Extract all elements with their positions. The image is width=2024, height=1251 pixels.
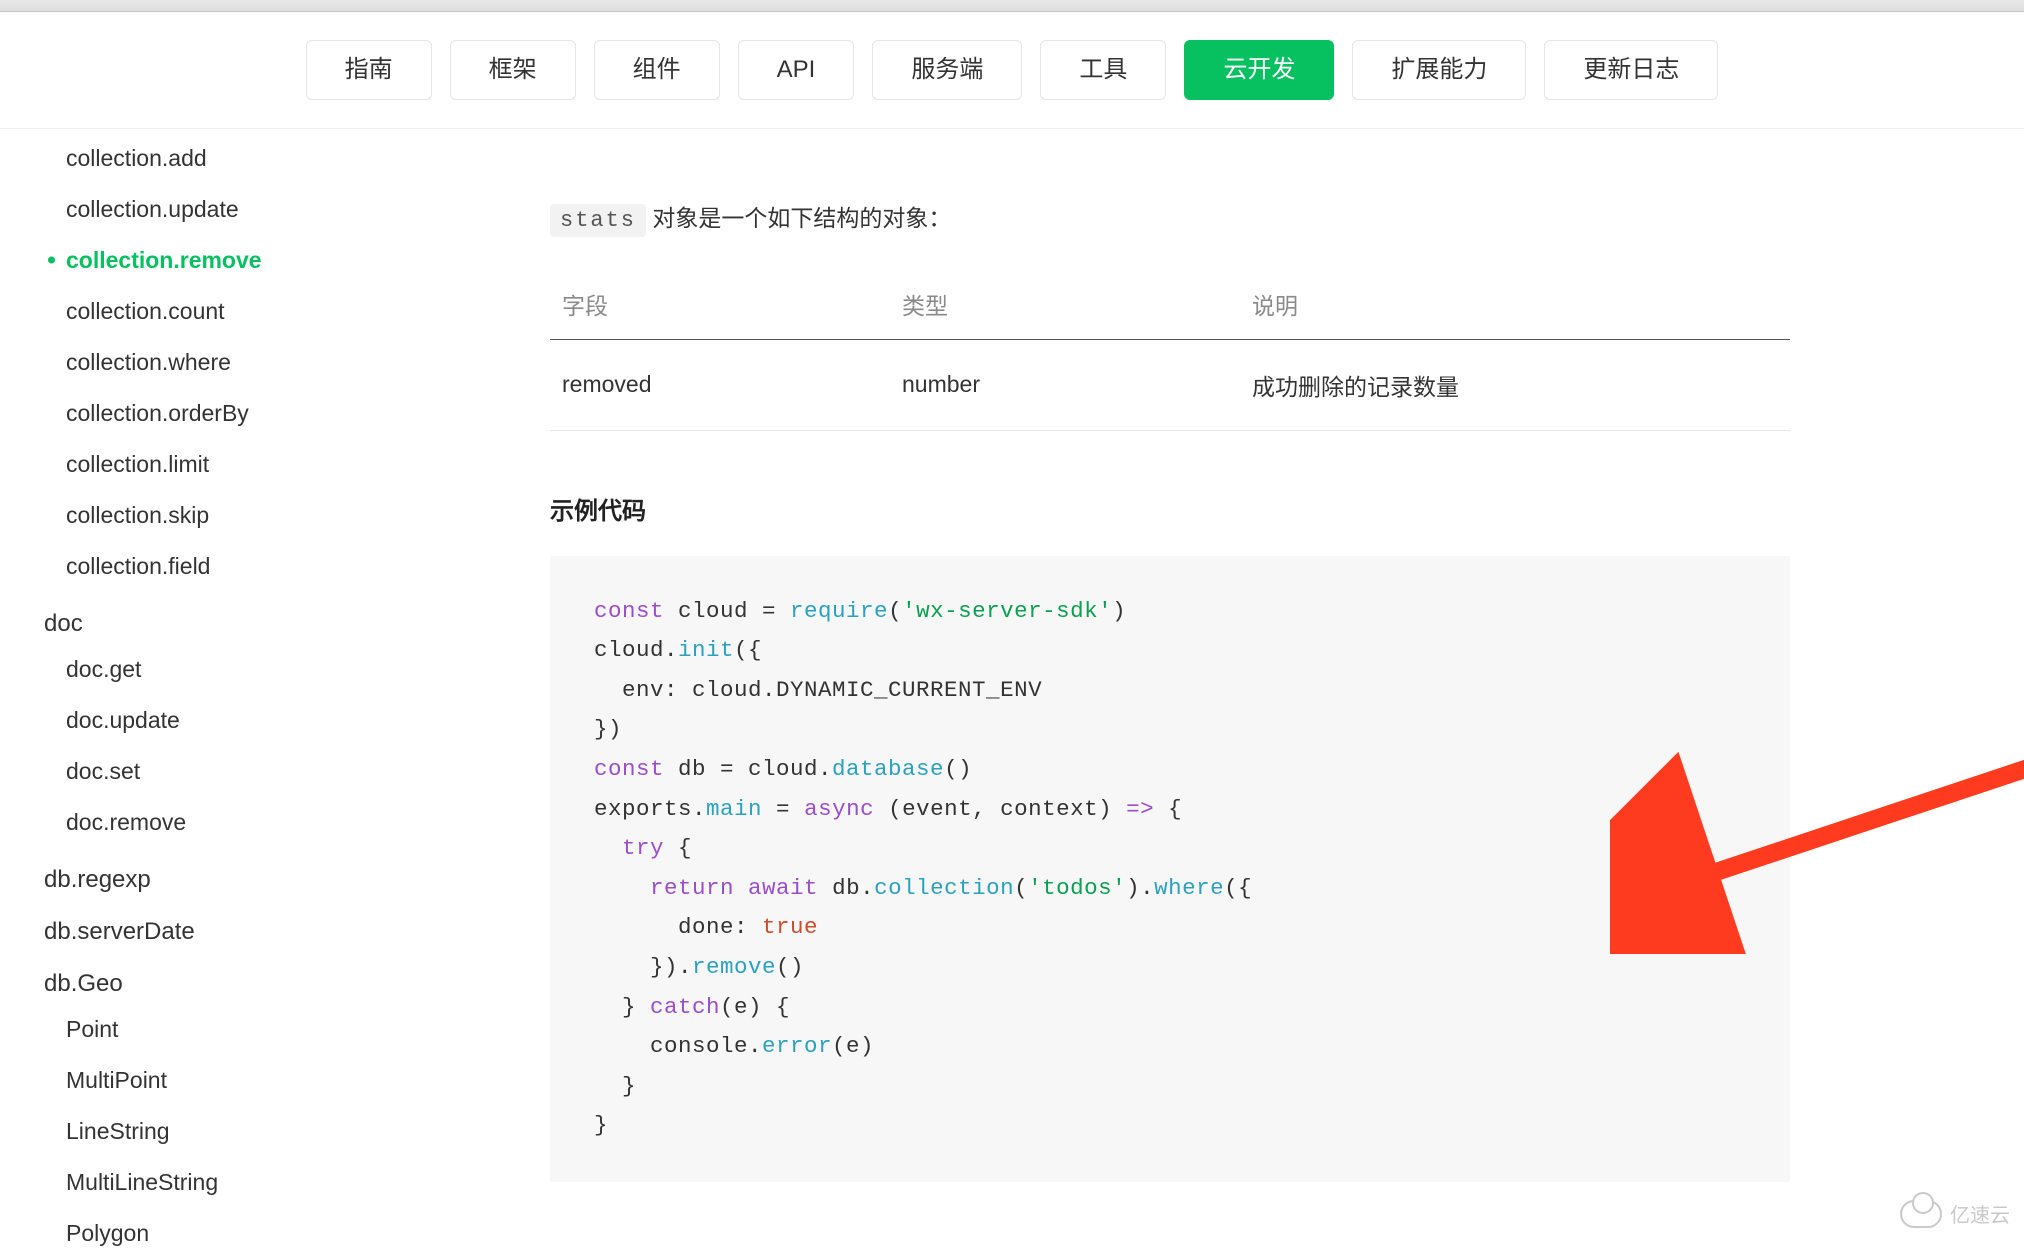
tab-changelog[interactable]: 更新日志 — [1544, 40, 1718, 100]
table-row: removed number 成功删除的记录数量 — [550, 339, 1790, 430]
sidebar-item-collection-orderby[interactable]: collection.orderBy — [44, 388, 360, 439]
sidebar-item-doc-set[interactable]: doc.set — [44, 746, 360, 797]
sidebar-item-collection-count[interactable]: collection.count — [44, 286, 360, 337]
doc-content: stats 对象是一个如下结构的对象： 字段 类型 说明 removed num… — [360, 129, 2024, 1251]
tab-component[interactable]: 组件 — [594, 40, 720, 100]
sidebar-item-db-regexp[interactable]: db.regexp — [44, 848, 360, 900]
sidebar-item-collection-field[interactable]: collection.field — [44, 541, 360, 592]
tab-tools[interactable]: 工具 — [1040, 40, 1166, 100]
sidebar-item-doc-update[interactable]: doc.update — [44, 695, 360, 746]
sidebar-nav: collection.add collection.update collect… — [0, 129, 360, 1251]
top-tab-bar: 指南 框架 组件 API 服务端 工具 云开发 扩展能力 更新日志 — [0, 12, 2024, 129]
tab-server[interactable]: 服务端 — [872, 40, 1022, 100]
sidebar-item-db-serverdate[interactable]: db.serverDate — [44, 900, 360, 952]
sidebar-item-doc-remove[interactable]: doc.remove — [44, 797, 360, 848]
col-type: 类型 — [890, 269, 1240, 340]
sidebar-item-geo-point[interactable]: Point — [44, 1004, 360, 1055]
sidebar-item-geo-polygon[interactable]: Polygon — [44, 1208, 360, 1251]
example-code-heading: 示例代码 — [550, 491, 1964, 526]
sidebar-item-doc-get[interactable]: doc.get — [44, 644, 360, 695]
window-top-strip — [0, 0, 2024, 12]
sidebar-item-collection-remove[interactable]: collection.remove — [44, 235, 360, 286]
col-desc: 说明 — [1240, 269, 1790, 340]
sidebar-item-collection-where[interactable]: collection.where — [44, 337, 360, 388]
sidebar-item-collection-skip[interactable]: collection.skip — [44, 490, 360, 541]
sidebar-item-collection-add[interactable]: collection.add — [44, 133, 360, 184]
sidebar-item-collection-limit[interactable]: collection.limit — [44, 439, 360, 490]
sidebar-item-geo-multipoint[interactable]: MultiPoint — [44, 1055, 360, 1106]
col-field: 字段 — [550, 269, 890, 340]
example-code-block: const cloud = require('wx-server-sdk') c… — [550, 556, 1790, 1182]
cell-desc: 成功删除的记录数量 — [1240, 339, 1790, 430]
stats-code-chip: stats — [550, 204, 646, 237]
cell-type: number — [890, 339, 1240, 430]
tab-framework[interactable]: 框架 — [450, 40, 576, 100]
cell-field: removed — [550, 339, 890, 430]
tab-api[interactable]: API — [738, 40, 855, 100]
sidebar-group-db-geo[interactable]: db.Geo — [44, 952, 360, 1004]
stats-description: stats 对象是一个如下结构的对象： — [550, 199, 1964, 233]
sidebar-item-collection-update[interactable]: collection.update — [44, 184, 360, 235]
sidebar-group-doc[interactable]: doc — [44, 592, 360, 644]
tab-cloud-dev[interactable]: 云开发 — [1184, 40, 1334, 100]
params-table: 字段 类型 说明 removed number 成功删除的记录数量 — [550, 269, 1790, 431]
tab-guide[interactable]: 指南 — [306, 40, 432, 100]
sidebar-item-geo-linestring[interactable]: LineString — [44, 1106, 360, 1157]
tab-extensions[interactable]: 扩展能力 — [1352, 40, 1526, 100]
sidebar-item-geo-multilinestring[interactable]: MultiLineString — [44, 1157, 360, 1208]
stats-desc-text: 对象是一个如下结构的对象： — [646, 205, 951, 231]
